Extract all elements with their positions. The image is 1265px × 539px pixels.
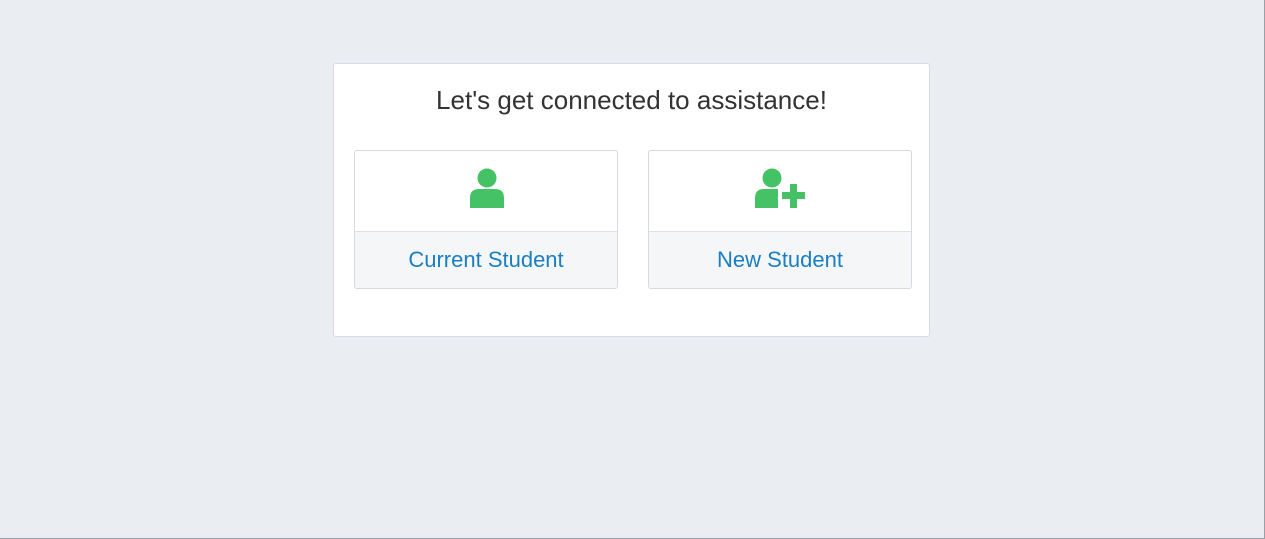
current-student-icon-area <box>355 151 617 232</box>
new-student-label: New Student <box>717 247 843 272</box>
connect-card: Let's get connected to assistance! Curre… <box>333 63 930 337</box>
current-student-label-area: Current Student <box>355 232 617 288</box>
new-student-label-area: New Student <box>649 232 911 288</box>
user-plus-icon <box>755 168 808 208</box>
new-student-icon-area <box>649 151 911 232</box>
current-student-button[interactable]: Current Student <box>354 150 618 289</box>
user-icon <box>470 168 504 208</box>
current-student-label: Current Student <box>408 247 564 272</box>
new-student-button[interactable]: New Student <box>648 150 912 289</box>
page-title: Let's get connected to assistance! <box>436 85 827 115</box>
